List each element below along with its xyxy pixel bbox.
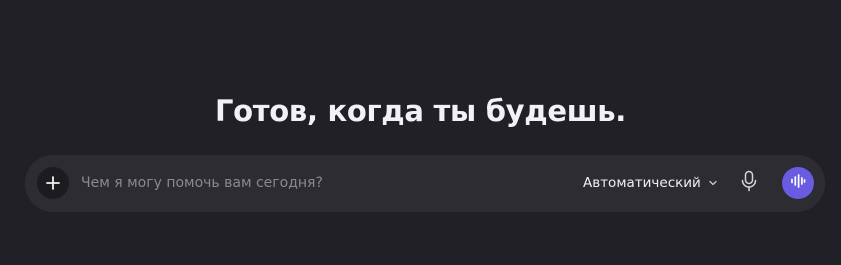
microphone-icon	[741, 170, 757, 196]
prompt-input[interactable]	[81, 172, 561, 194]
add-attachment-button[interactable]	[37, 167, 69, 199]
mode-dropdown-label: Автоматический	[583, 175, 701, 191]
chat-start-screen: Готов, когда ты будешь. Автоматический	[0, 0, 841, 265]
voice-mode-button[interactable]	[782, 167, 814, 199]
microphone-button[interactable]	[736, 170, 762, 196]
chevron-down-icon	[708, 178, 718, 188]
mode-dropdown[interactable]: Автоматический	[583, 172, 718, 194]
plus-icon	[46, 176, 60, 190]
voice-waveform-icon	[790, 173, 806, 193]
page-title: Готов, когда ты будешь.	[214, 94, 627, 128]
message-composer: Автоматический	[25, 155, 825, 212]
